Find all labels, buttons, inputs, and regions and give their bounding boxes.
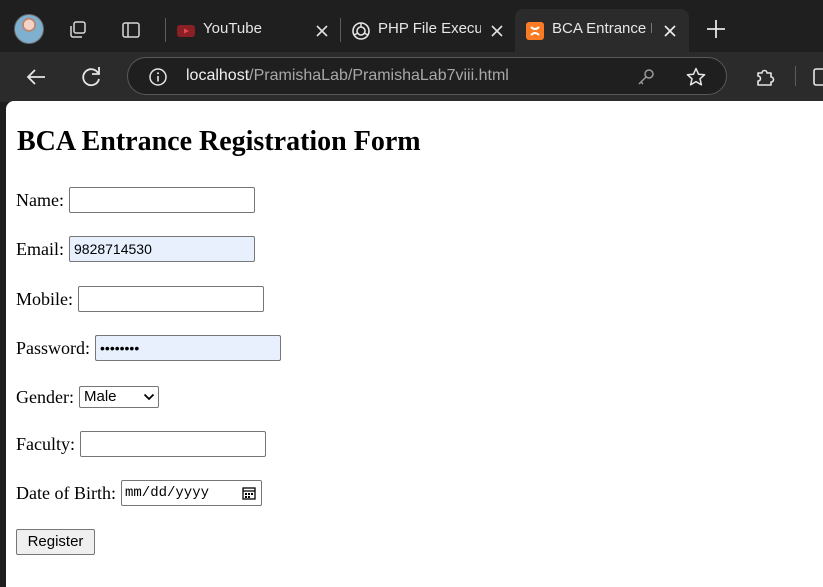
- url-path: /PramishaLab/PramishaLab7viii.html: [249, 67, 509, 84]
- profile-avatar[interactable]: [14, 14, 44, 44]
- page-viewport: BCA Entrance Registration Form Name: Ema…: [6, 101, 823, 587]
- dob-label: Date of Birth:: [16, 482, 116, 503]
- password-input[interactable]: [95, 335, 282, 361]
- faculty-row: Faculty:: [16, 431, 266, 457]
- favorite-star-icon[interactable]: [685, 66, 707, 88]
- address-bar[interactable]: localhost/PramishaLab/PramishaLab7viii.h…: [127, 57, 727, 95]
- tab-actions-icon[interactable]: [120, 19, 142, 41]
- gender-row: Gender: Male: [16, 384, 159, 410]
- register-button[interactable]: Register: [16, 529, 95, 555]
- navigation-toolbar: localhost/PramishaLab/PramishaLab7viii.h…: [0, 52, 823, 102]
- close-icon[interactable]: [313, 22, 331, 40]
- tab-php-file[interactable]: PHP File Executi: [341, 9, 513, 52]
- gender-label: Gender:: [16, 386, 74, 407]
- youtube-icon: [176, 21, 196, 41]
- tab-bca-entrance[interactable]: BCA Entrance R: [515, 9, 689, 52]
- url-text[interactable]: localhost/PramishaLab/PramishaLab7viii.h…: [186, 67, 509, 85]
- page-title: BCA Entrance Registration Form: [17, 126, 421, 157]
- email-input[interactable]: [69, 236, 255, 262]
- password-row: Password:: [16, 335, 282, 361]
- chevron-down-icon: [143, 392, 155, 402]
- tab-youtube[interactable]: YouTube: [166, 9, 338, 52]
- faculty-label: Faculty:: [16, 433, 75, 454]
- chatgpt-icon: [351, 21, 371, 41]
- url-host: localhost: [186, 67, 250, 84]
- name-label: Name:: [16, 189, 64, 210]
- gender-selected-value: Male: [83, 388, 117, 405]
- site-info-icon[interactable]: [148, 67, 168, 87]
- password-label: Password:: [16, 337, 91, 358]
- dob-row: Date of Birth: mm/dd/yyyy: [16, 480, 262, 506]
- new-tab-button[interactable]: [704, 17, 728, 41]
- workspaces-icon[interactable]: [67, 19, 89, 41]
- tab-label: BCA Entrance R: [552, 20, 652, 37]
- mobile-label: Mobile:: [16, 288, 73, 309]
- mobile-input[interactable]: [78, 286, 264, 312]
- email-label: Email:: [16, 238, 64, 259]
- dob-placeholder: mm/dd/yyyy: [124, 485, 209, 501]
- tab-strip: YouTube PHP File Executi BCA Entrance R: [0, 0, 823, 58]
- tab-label: PHP File Executi: [378, 20, 481, 37]
- browser-window: YouTube PHP File Executi BCA Entrance R …: [0, 0, 823, 587]
- key-icon[interactable]: [636, 67, 656, 87]
- email-row: Email:: [16, 236, 255, 262]
- back-button[interactable]: [23, 64, 49, 90]
- refresh-button[interactable]: [78, 64, 104, 90]
- close-icon[interactable]: [488, 22, 506, 40]
- dob-date-input[interactable]: mm/dd/yyyy: [120, 480, 262, 506]
- toolbar-separator: [795, 66, 796, 86]
- overflow-icon[interactable]: [812, 65, 823, 89]
- name-row: Name:: [16, 187, 255, 213]
- calendar-icon[interactable]: [242, 486, 256, 500]
- xampp-icon: [525, 21, 545, 41]
- tab-label: YouTube: [203, 20, 262, 37]
- faculty-input[interactable]: [80, 431, 266, 457]
- gender-select[interactable]: Male: [78, 386, 159, 408]
- name-input[interactable]: [68, 187, 255, 213]
- mobile-row: Mobile:: [16, 286, 264, 312]
- extensions-puzzle-icon[interactable]: [752, 64, 778, 90]
- close-icon[interactable]: [661, 22, 679, 40]
